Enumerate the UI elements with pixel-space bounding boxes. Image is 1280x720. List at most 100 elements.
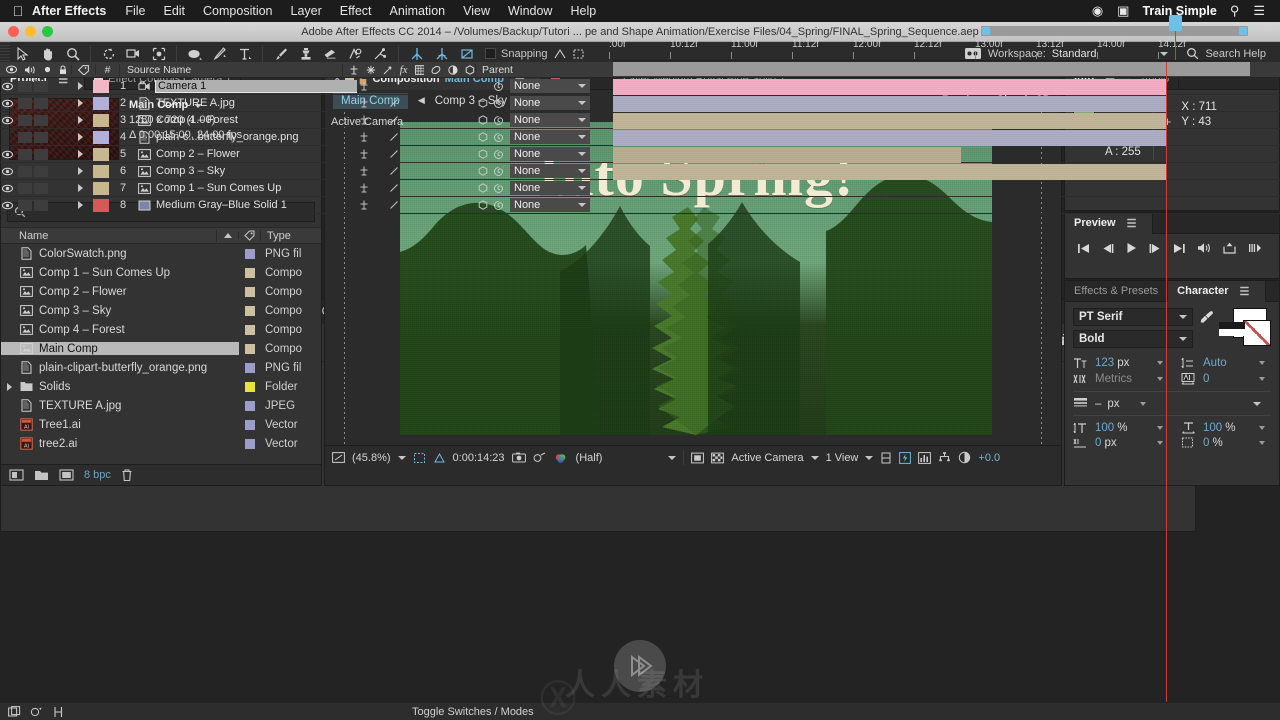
layer-parent-select[interactable]: None — [510, 164, 590, 178]
eye-icon[interactable] — [2, 201, 13, 210]
layer-visibility-toggle[interactable] — [0, 150, 15, 159]
layer-audio-toggle[interactable] — [18, 80, 32, 92]
playhead-handle[interactable] — [1169, 15, 1182, 31]
layer-audio-solo-toggles[interactable] — [15, 182, 58, 194]
snapping-control[interactable]: Snapping — [485, 48, 586, 60]
layer-visibility-toggle[interactable] — [0, 82, 15, 91]
pickwhip-icon[interactable] — [493, 98, 504, 109]
layer-parent-select[interactable]: None — [510, 198, 590, 212]
layer-switches[interactable] — [357, 166, 490, 176]
menu-item-composition[interactable]: Composition — [194, 4, 281, 18]
eye-icon[interactable] — [2, 116, 13, 125]
parent-chevron-down-icon[interactable] — [578, 169, 586, 173]
menu-item-edit[interactable]: Edit — [154, 4, 194, 18]
layer-parent-select[interactable]: None — [510, 113, 590, 127]
layer-expand-triangle-icon[interactable] — [72, 82, 90, 90]
snapping-checkbox[interactable] — [485, 48, 496, 59]
pickwhip-icon[interactable] — [493, 183, 504, 194]
layer-audio-toggle[interactable] — [18, 148, 32, 160]
layer-label-color[interactable] — [90, 198, 112, 212]
layer-solo-toggle[interactable] — [34, 114, 48, 126]
layer-switches[interactable] — [357, 81, 490, 91]
layer-audio-toggle[interactable] — [18, 97, 32, 109]
layer-name-label[interactable]: Comp 2 – Flower — [156, 148, 240, 160]
parent-chevron-down-icon[interactable] — [578, 186, 586, 190]
layer-audio-toggle[interactable] — [18, 182, 32, 194]
layer-source-name-header[interactable]: Source Name — [120, 63, 343, 76]
layer-visibility-toggle[interactable] — [0, 116, 15, 125]
layer-audio-solo-toggles[interactable] — [15, 80, 58, 92]
eye-icon[interactable] — [2, 150, 13, 159]
layer-name-cell[interactable]: Medium Gray–Blue Solid 1 — [134, 199, 357, 212]
layer-expand-triangle-icon[interactable] — [72, 133, 90, 141]
layer-expand-triangle-icon[interactable] — [72, 201, 90, 209]
layer-switches-toggle-icon[interactable] — [8, 705, 21, 718]
playhead[interactable] — [1169, 15, 1182, 60]
parent-chevron-down-icon[interactable] — [578, 203, 586, 207]
layer-switches[interactable] — [357, 132, 490, 142]
layer-parent-select[interactable]: None — [510, 181, 590, 195]
cc-icon[interactable]: ◉ — [1085, 3, 1110, 19]
layer-solo-toggle[interactable] — [34, 97, 48, 109]
work-area-bar[interactable] — [613, 62, 1250, 76]
menu-item-view[interactable]: View — [454, 4, 499, 18]
timeline-zoom-scrollbar[interactable] — [981, 26, 1248, 36]
layer-name-label[interactable]: plain-c...butterfly_orange.png — [156, 131, 298, 143]
scrollbar-left-handle[interactable] — [982, 27, 990, 35]
layer-audio-solo-toggles[interactable] — [15, 165, 58, 177]
layer-label-color[interactable] — [90, 79, 112, 93]
layer-name-cell[interactable]: Comp 2 – Flower — [134, 148, 357, 161]
layer-switches[interactable] — [357, 183, 490, 193]
layer-name-label[interactable]: Camera 1 — [155, 79, 357, 93]
layer-audio-solo-toggles[interactable] — [15, 114, 58, 126]
eye-icon[interactable] — [2, 82, 13, 91]
pickwhip-icon[interactable] — [493, 132, 504, 143]
layer-name-cell[interactable]: Comp 3 – Sky — [134, 165, 357, 178]
layer-label-color[interactable] — [90, 181, 112, 195]
layer-name-cell[interactable]: plain-c...butterfly_orange.png — [134, 130, 357, 144]
parent-chevron-down-icon[interactable] — [578, 152, 586, 156]
av-features-icon[interactable] — [357, 183, 372, 193]
layer-audio-toggle[interactable] — [18, 114, 32, 126]
layer-label-color[interactable] — [90, 164, 112, 178]
layer-index-header[interactable]: # — [96, 63, 120, 76]
list-icon[interactable]: ☰ — [1246, 3, 1272, 19]
collapse-toggle[interactable] — [387, 98, 402, 108]
layer-expand-triangle-icon[interactable] — [72, 116, 90, 124]
layer-parent-select[interactable]: None — [510, 147, 590, 161]
pickwhip-icon[interactable] — [493, 115, 504, 126]
menu-item-help[interactable]: Help — [561, 4, 605, 18]
layer-name-label[interactable]: TEXTURE A.jpg — [156, 97, 235, 109]
3d-layer-toggle[interactable] — [475, 149, 490, 159]
layer-audio-toggle[interactable] — [18, 199, 32, 211]
layer-track-bar[interactable] — [613, 164, 1166, 180]
layer-track-bar[interactable] — [613, 147, 962, 163]
layer-visibility-toggle[interactable] — [0, 99, 15, 108]
layer-audio-toggle[interactable] — [18, 165, 32, 177]
transfer-controls-icon[interactable] — [30, 706, 43, 718]
layer-label-color[interactable] — [90, 147, 112, 161]
parent-chevron-down-icon[interactable] — [578, 135, 586, 139]
layer-expand-triangle-icon[interactable] — [72, 99, 90, 107]
layer-visibility-toggle[interactable] — [0, 167, 15, 176]
layer-expand-triangle-icon[interactable] — [72, 167, 90, 175]
layer-audio-solo-toggles[interactable] — [15, 131, 58, 143]
layer-name-cell[interactable]: Comp 4 – Forest — [134, 114, 357, 127]
layer-label-color[interactable] — [90, 96, 112, 110]
eye-icon[interactable] — [2, 167, 13, 176]
menu-item-file[interactable]: File — [116, 4, 154, 18]
pickwhip-icon[interactable] — [493, 81, 504, 92]
layer-track-bar[interactable] — [613, 96, 1166, 112]
layer-audio-solo-toggles[interactable] — [15, 199, 58, 211]
layer-switches[interactable] — [357, 200, 490, 210]
layer-track-bar[interactable] — [613, 113, 1166, 129]
av-features-icon[interactable] — [357, 149, 372, 159]
av-features-icon[interactable] — [357, 166, 372, 176]
timeline-tracks[interactable] — [613, 62, 1250, 702]
collapse-toggle[interactable] — [387, 132, 402, 142]
pickwhip-icon[interactable] — [493, 149, 504, 160]
collapse-toggle[interactable] — [387, 200, 402, 210]
collapse-toggle[interactable] — [387, 166, 402, 176]
3d-layer-toggle[interactable] — [475, 183, 490, 193]
3d-layer-toggle[interactable] — [475, 200, 490, 210]
